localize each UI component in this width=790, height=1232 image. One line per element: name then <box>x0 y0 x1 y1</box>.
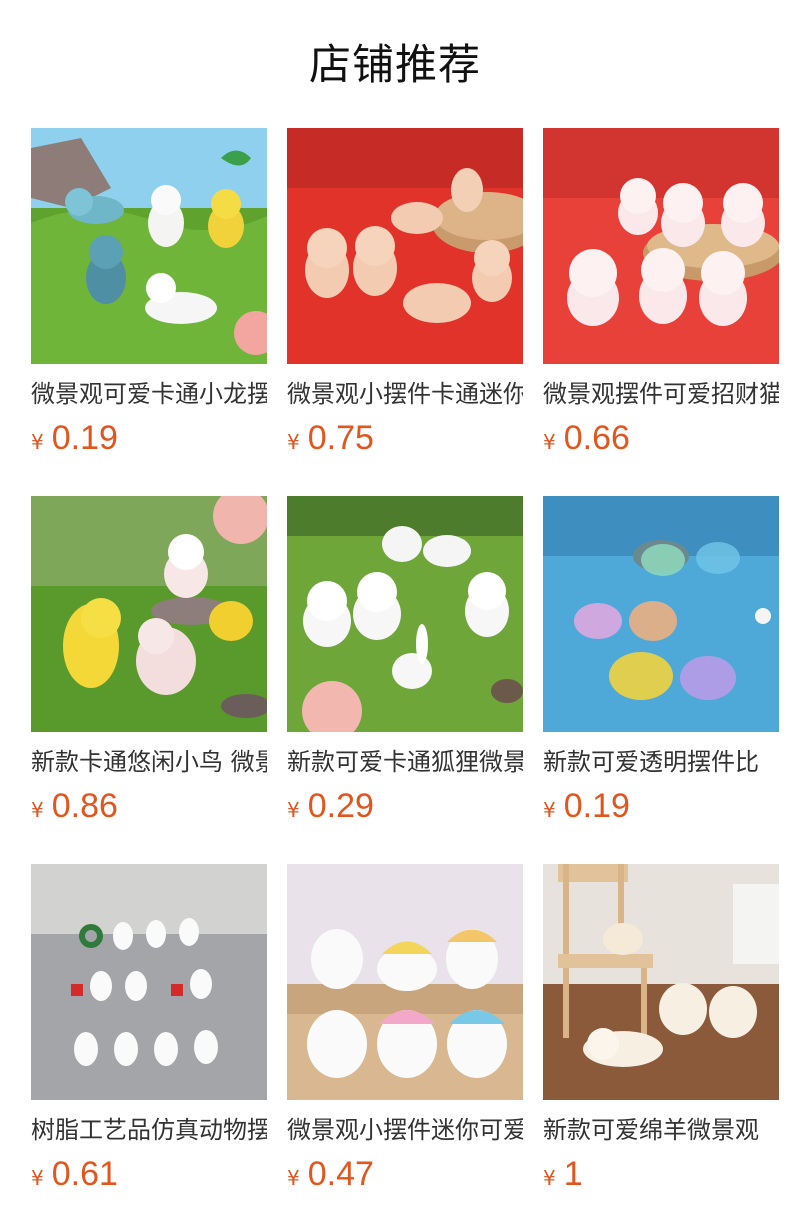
product-name[interactable]: 新款卡通悠闲小鸟 微景观 <box>31 746 267 778</box>
currency-symbol: ¥ <box>31 430 44 454</box>
product-image[interactable] <box>543 864 779 1100</box>
currency-symbol: ¥ <box>287 430 300 454</box>
product-card[interactable]: 树脂工艺品仿真动物摆件 ¥ 0.61 <box>31 864 267 1193</box>
price-amount: 0.61 <box>51 1155 118 1193</box>
product-price: ¥ 0.19 <box>31 418 267 462</box>
product-card[interactable]: 新款可爱绵羊微景观 ¥ 1 <box>543 864 779 1193</box>
product-name[interactable]: 微景观摆件可爱招财猫 <box>543 378 779 410</box>
product-image[interactable] <box>287 128 523 364</box>
currency-symbol: ¥ <box>31 1166 44 1190</box>
product-name[interactable]: 新款可爱卡通狐狸微景观 <box>287 746 523 778</box>
product-card[interactable]: 新款卡通悠闲小鸟 微景观 ¥ 0.86 <box>31 496 267 825</box>
product-price: ¥ 0.47 <box>287 1154 523 1198</box>
currency-symbol: ¥ <box>543 430 556 454</box>
product-image[interactable] <box>287 496 523 732</box>
price-amount: 0.19 <box>563 787 630 825</box>
page-title: 店铺推荐 <box>308 40 481 89</box>
product-price: ¥ 0.19 <box>543 786 779 830</box>
product-name[interactable]: 微景观小摆件卡通迷你 <box>287 378 523 410</box>
price-amount: 0.66 <box>563 419 630 457</box>
product-name[interactable]: 新款可爱透明摆件比 <box>543 746 779 778</box>
price-amount: 0.47 <box>307 1155 374 1193</box>
currency-symbol: ¥ <box>543 798 556 822</box>
product-card[interactable]: 新款可爱卡通狐狸微景观 ¥ 0.29 <box>287 496 523 825</box>
product-card[interactable]: 微景观摆件可爱招财猫 ¥ 0.66 <box>543 128 779 457</box>
price-amount: 0.75 <box>307 419 374 457</box>
currency-symbol: ¥ <box>543 1166 556 1190</box>
product-image[interactable] <box>31 128 267 364</box>
product-price: ¥ 0.86 <box>31 786 267 830</box>
product-card[interactable]: 微景观可爱卡通小龙摆件 ¥ 0.19 <box>31 128 267 457</box>
price-amount: 0.19 <box>51 419 118 457</box>
product-grid: 微景观可爱卡通小龙摆件 ¥ 0.19 <box>31 128 779 1193</box>
product-name[interactable]: 树脂工艺品仿真动物摆件 <box>31 1114 267 1146</box>
price-amount: 1 <box>563 1155 583 1193</box>
price-amount: 0.29 <box>307 787 374 825</box>
product-name[interactable]: 新款可爱绵羊微景观 <box>543 1114 779 1146</box>
product-image[interactable] <box>31 864 267 1100</box>
product-price: ¥ 0.66 <box>543 418 779 462</box>
product-price: ¥ 0.61 <box>31 1154 267 1198</box>
product-image[interactable] <box>543 496 779 732</box>
product-name[interactable]: 微景观小摆件迷你可爱 <box>287 1114 523 1146</box>
product-price: ¥ 1 <box>543 1154 779 1198</box>
price-amount: 0.86 <box>51 787 118 825</box>
currency-symbol: ¥ <box>31 798 44 822</box>
store-recommendations-page: 店铺推荐 微景观可爱卡通小龙摆 ¥ 0.19 微景观小摆件卡通迷你 ¥ 0.75… <box>0 0 790 1232</box>
currency-symbol: ¥ <box>287 1166 300 1190</box>
product-card[interactable]: 微景观小摆件迷你可爱 ¥ 0.47 <box>287 864 523 1193</box>
product-name[interactable]: 微景观可爱卡通小龙摆件 <box>31 378 267 410</box>
product-price: ¥ 0.75 <box>287 418 523 462</box>
product-card[interactable]: 微景观小摆件卡通迷你 ¥ 0.75 <box>287 128 523 457</box>
product-image[interactable] <box>31 496 267 732</box>
currency-symbol: ¥ <box>287 798 300 822</box>
product-image[interactable] <box>287 864 523 1100</box>
product-card[interactable]: 新款可爱透明摆件比 ¥ 0.19 <box>543 496 779 825</box>
product-image[interactable] <box>543 128 779 364</box>
product-price: ¥ 0.29 <box>287 786 523 830</box>
